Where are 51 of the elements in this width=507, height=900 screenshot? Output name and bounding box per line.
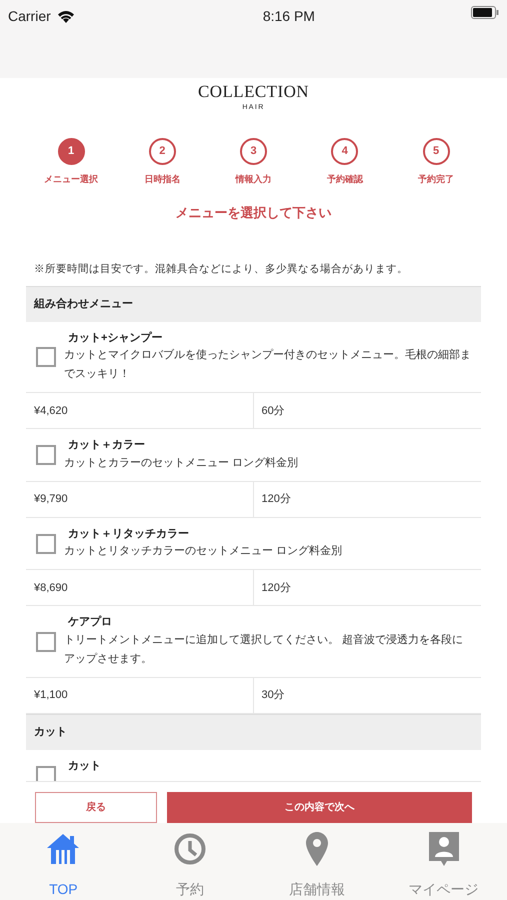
price-cell: ¥4,620 [26,393,254,428]
notice-text: ※所要時間は目安です。混雑具合などにより、多少異なる場合があります。 [33,262,409,277]
tab-bar-item[interactable]: マイページ [380,831,507,900]
tab-bar-item[interactable]: 店舗情報 [254,831,380,900]
menu-name: ケアプロ [66,614,113,630]
step-label: 情報入力 [236,173,272,186]
home-icon [47,834,80,864]
price-cell: ¥8,690 [26,570,254,606]
clock-icon [174,833,206,865]
menu-name: カット＋リタッチカラー [67,526,190,542]
duration-cell-text: 120分 [260,580,292,596]
price-cell: ¥9,790 [26,482,254,517]
step-label: 予約確認 [326,173,363,186]
menu-name: カット＋カラー [67,438,146,454]
checkbox[interactable] [36,766,56,781]
step-indicator: 1 [58,138,84,165]
step-label: メニュー選択 [44,173,98,186]
step-indicator: 5 [422,138,450,165]
duration-cell-text: 120分 [260,492,292,507]
step-indicator: 4 [331,138,358,165]
location-pin-icon [306,832,328,866]
page-heading: メニューを選択して下さい [174,204,332,222]
step-indicator: 2 [148,138,176,165]
menu-description: カットとマイクロバブルを使ったシャンプー付きのセットメニュー。毛根の細部までスッキリ！ [64,348,471,382]
step-indicator: 3 [240,138,267,165]
price-cell: ¥1,100 [26,678,254,713]
menu-description: トリートメントメニューに追加して選択してください。 超音波で浸透力を各段にアップさせます。 [64,632,464,667]
checkbox[interactable] [36,534,56,554]
profile-icon [428,832,459,866]
duration-cell-text: 30分 [260,688,286,703]
menu-name: カット [67,758,101,774]
step-label: 予約完了 [418,173,454,186]
duration-cell-text: 60分 [260,404,286,418]
section-header: カット [26,714,481,750]
carrier-text: Carrier [8,7,51,26]
section-header: 組み合わせメニュー [26,286,481,322]
menu-description: カットとリタッチカラーのセットメニュー ロング料金別 [64,544,342,560]
checkbox[interactable] [36,347,56,367]
tab-bar-item[interactable]: TOP [0,831,127,900]
logo-text: COLLECTION [198,82,309,102]
checkbox[interactable] [36,445,56,465]
wifi-icon [56,10,75,23]
step-label: 日時指名 [144,173,180,186]
checkbox[interactable] [36,632,56,652]
battery-icon [470,6,499,19]
status-time: 8:16 PM [262,7,315,26]
menu-description: カットとカラーのセットメニュー ロング料金別 [64,456,298,471]
tab-bar-item[interactable]: 予約 [126,831,254,900]
menu-name: カット+シャンプー [67,330,164,346]
next-button[interactable]: この内容で次へ [167,792,472,823]
back-button[interactable]: 戻る [35,792,157,823]
